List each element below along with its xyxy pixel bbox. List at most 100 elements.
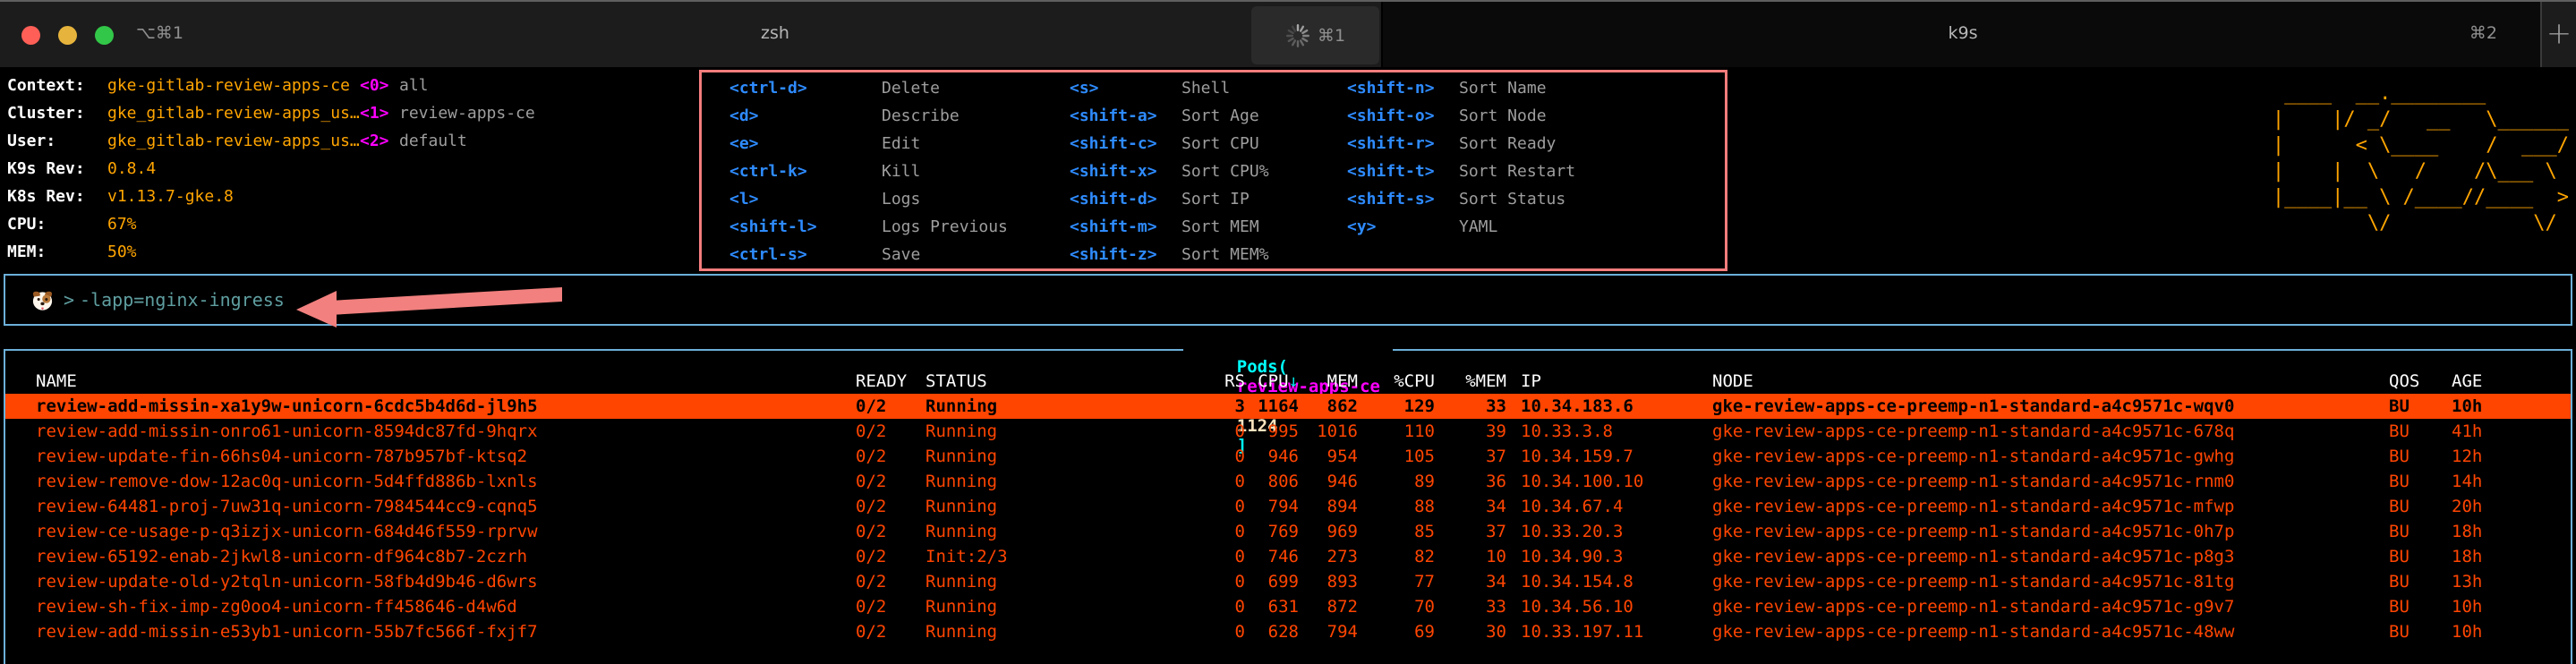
tab-zsh-title: zsh (761, 23, 789, 43)
table-cell: 18h (2448, 544, 2571, 569)
filter-bar[interactable]: > -lapp=nginx-ingress (4, 274, 2572, 326)
table-row[interactable]: review-add-missin-onro61-unicorn-8594dc8… (5, 419, 2571, 444)
table-row[interactable]: review-update-old-y2tqln-unicorn-58fb4d9… (5, 569, 2571, 594)
col-header-mem: MEM (1299, 369, 1358, 394)
table-cell: 946 (1299, 469, 1358, 494)
table-cell: 82 (1358, 544, 1435, 569)
cluster-info-row: CPU:67% (7, 210, 535, 238)
table-row[interactable]: review-add-missin-xa1y9w-unicorn-6cdc5b4… (5, 394, 2571, 419)
table-cell: review-add-missin-e53yb1-unicorn-55b7fc5… (5, 619, 838, 644)
hotkey-key: <shift-a> (1070, 102, 1181, 130)
hotkey-row: <shift-a>Sort Age (1070, 102, 1269, 130)
col-header-ip: IP (1506, 369, 1712, 394)
context-switch-option: all (399, 72, 535, 99)
hotkey-action: Logs Previous (882, 213, 1008, 241)
hotkey-row: <d>Describe (729, 102, 1008, 130)
table-cell: 0 (1191, 544, 1245, 569)
hotkey-action: Sort MEM% (1181, 241, 1269, 268)
table-cell: 10.34.67.4 (1506, 494, 1712, 519)
cluster-info-value: gke_gitlab-review-apps_us… (107, 127, 360, 155)
table-cell: 995 (1245, 419, 1299, 444)
table-cell: 794 (1299, 619, 1358, 644)
table-cell: review-add-missin-onro61-unicorn-8594dc8… (5, 419, 838, 444)
table-cell: 10h (2448, 619, 2571, 644)
hotkey-action: Sort Ready (1459, 130, 1575, 157)
table-row[interactable]: review-65192-enab-2jkwl8-unicorn-df964c8… (5, 544, 2571, 569)
table-row[interactable]: review-sh-fix-imp-zg0oo4-unicorn-ff45864… (5, 594, 2571, 619)
sort-arrow-icon: ↓ (1289, 371, 1299, 391)
table-cell: 34 (1435, 494, 1506, 519)
table-cell: 0 (1191, 419, 1245, 444)
table-row[interactable]: review-update-fin-66hs04-unicorn-787b957… (5, 444, 2571, 469)
hotkey-action: Sort Age (1181, 102, 1269, 130)
tab-k9s[interactable]: k9s ⌘2 (1381, 2, 2540, 67)
table-row[interactable]: review-add-missin-e53yb1-unicorn-55b7fc5… (5, 619, 2571, 644)
table-cell: gke-review-apps-ce-preemp-n1-standard-a4… (1712, 519, 2382, 544)
col-header-ready: READY (838, 369, 909, 394)
table-row[interactable]: review-64481-proj-7uw31q-unicorn-7984544… (5, 494, 2571, 519)
hotkey-row: <shift-m>Sort MEM (1070, 213, 1269, 241)
filter-prompt: > (64, 289, 74, 311)
table-cell: BU (2382, 469, 2448, 494)
hotkey-key: <l> (729, 185, 882, 213)
table-cell: 0 (1191, 594, 1245, 619)
hotkey-row: <y>YAML (1347, 213, 1575, 241)
table-cell: BU (2382, 569, 2448, 594)
table-cell: 13h (2448, 569, 2571, 594)
context-switch-key[interactable]: <0> (360, 72, 399, 99)
table-row[interactable]: review-remove-dow-12ac0q-unicorn-5d4ffd8… (5, 469, 2571, 494)
table-cell: review-add-missin-xa1y9w-unicorn-6cdc5b4… (5, 394, 838, 419)
hotkey-key: <shift-m> (1070, 213, 1181, 241)
table-cell: 10.34.159.7 (1506, 444, 1712, 469)
hotkey-action: Kill (882, 157, 1008, 185)
tab-k9s-shortcut: ⌘2 (2469, 23, 2497, 43)
col-header-pcpu: %CPU (1358, 369, 1435, 394)
table-row[interactable]: review-ce-usage-p-q3izjx-unicorn-684d46f… (5, 519, 2571, 544)
new-tab-button[interactable]: + (2540, 2, 2576, 67)
table-cell: review-64481-proj-7uw31q-unicorn-7984544… (5, 494, 838, 519)
hotkey-row: <shift-r>Sort Ready (1347, 130, 1575, 157)
table-cell: 10.34.56.10 (1506, 594, 1712, 619)
context-switch-option: review-apps-ce (399, 99, 535, 127)
cluster-info-row: MEM:50% (7, 238, 535, 266)
table-cell: 36 (1435, 469, 1506, 494)
tab-k9s-title: k9s (1949, 23, 1978, 43)
table-cell: 88 (1358, 494, 1435, 519)
hotkey-key: <shift-r> (1347, 130, 1459, 157)
table-cell: BU (2382, 594, 2448, 619)
zoom-button[interactable] (95, 26, 114, 45)
table-cell: BU (2382, 444, 2448, 469)
table-cell: BU (2382, 544, 2448, 569)
table-cell: gke-review-apps-ce-preemp-n1-standard-a4… (1712, 394, 2382, 419)
hotkey-action: Delete (882, 74, 1008, 102)
context-switch-key[interactable]: <1> (360, 99, 399, 127)
hotkey-action: Describe (882, 102, 1008, 130)
window-controls (21, 26, 114, 45)
cluster-info-row: User:gke_gitlab-review-apps_us…<2>defaul… (7, 127, 535, 155)
context-switch-key[interactable]: <2> (360, 127, 399, 155)
table-cell: 30 (1435, 619, 1506, 644)
col-header-name: NAME (5, 369, 838, 394)
hotkeys-col-0: <ctrl-d>Delete<d>Describe<e>Edit<ctrl-k>… (729, 74, 1008, 268)
filter-input[interactable]: -lapp=nginx-ingress (80, 289, 285, 311)
table-cell: 0/2 (838, 619, 909, 644)
hotkey-key: <shift-o> (1347, 102, 1459, 130)
table-cell: 0 (1191, 619, 1245, 644)
minimize-button[interactable] (58, 26, 77, 45)
table-cell: 946 (1245, 444, 1299, 469)
col-header-qos: QOS (2382, 369, 2448, 394)
table-cell: 37 (1435, 519, 1506, 544)
tab-zsh[interactable]: ⌥⌘1 zsh ⌘1 (0, 2, 1381, 67)
table-cell: 10.33.197.11 (1506, 619, 1712, 644)
cluster-info-value: v1.13.7-gke.8 (107, 183, 360, 210)
hotkey-key: <shift-d> (1070, 185, 1181, 213)
table-cell: 41h (2448, 419, 2571, 444)
close-button[interactable] (21, 26, 40, 45)
hotkey-key: <shift-s> (1347, 185, 1459, 213)
hotkey-row: <shift-t>Sort Restart (1347, 157, 1575, 185)
hotkeys-col-1: <s>Shell<shift-a>Sort Age<shift-c>Sort C… (1070, 74, 1269, 268)
hotkey-action: Sort Name (1459, 74, 1575, 102)
table-cell: gke-review-apps-ce-preemp-n1-standard-a4… (1712, 569, 2382, 594)
table-cell: 0 (1191, 469, 1245, 494)
table-cell: 0/2 (838, 544, 909, 569)
